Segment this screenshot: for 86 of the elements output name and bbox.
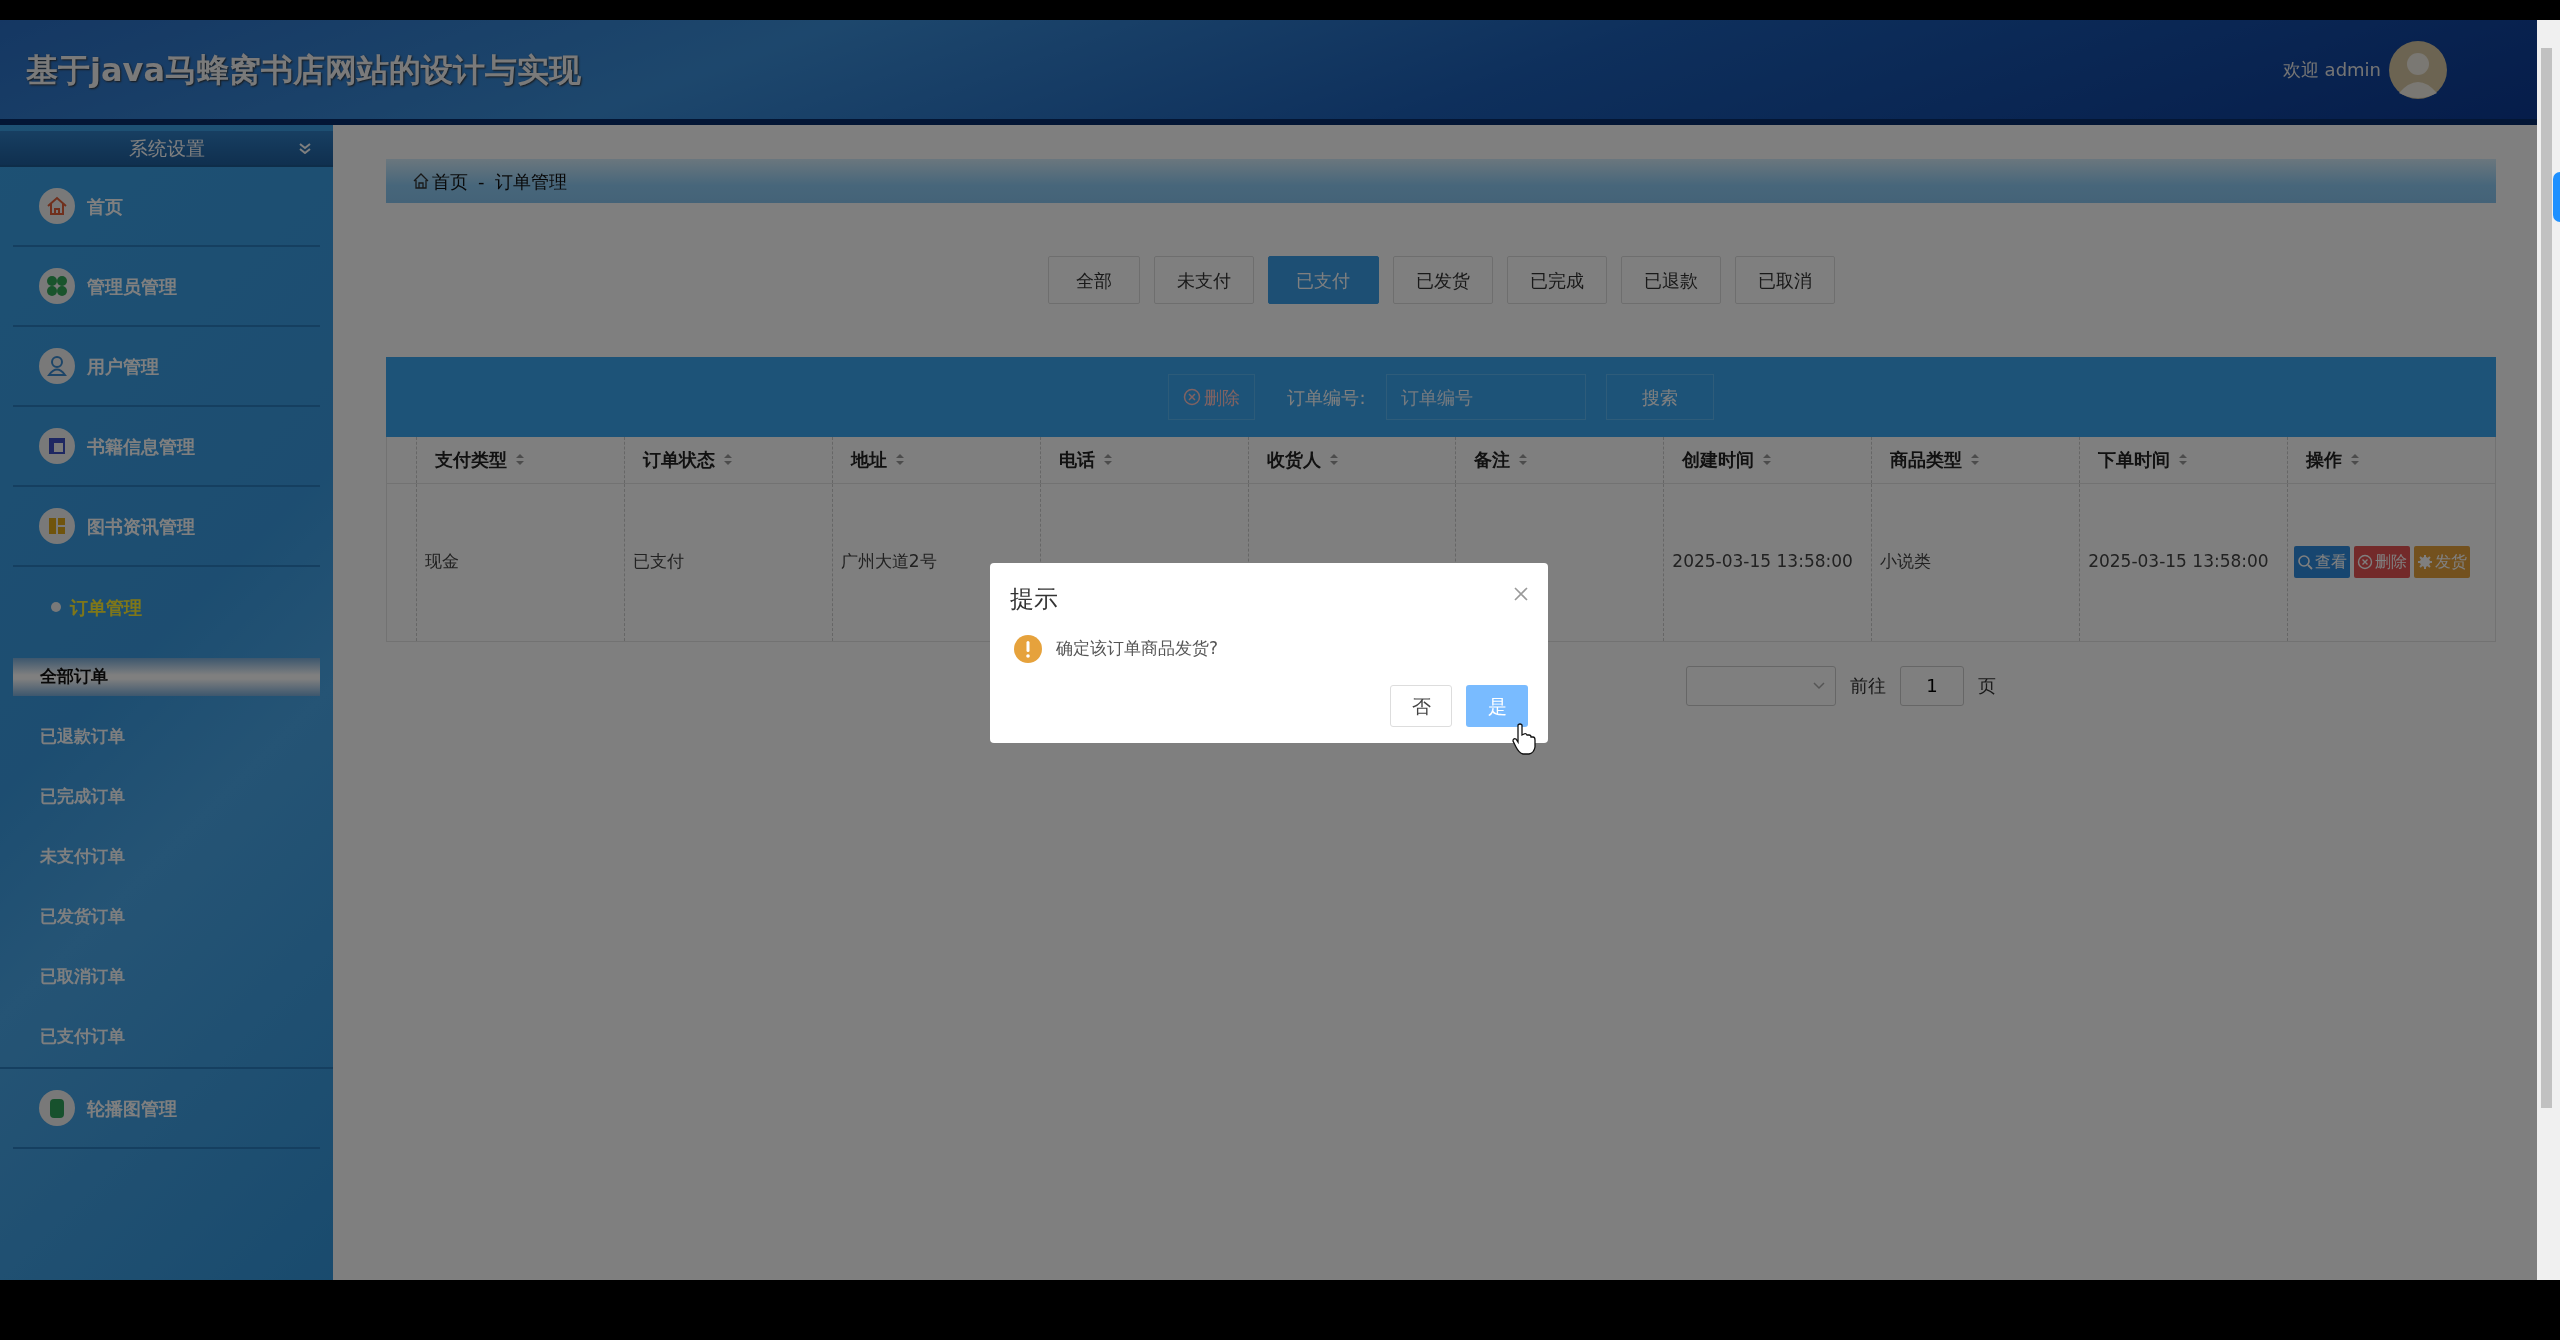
sidebar-item[interactable]: 图书资讯管理 [13,487,320,567]
submenu-item[interactable]: 全部订单 [13,658,320,696]
column-header[interactable]: 下单时间 [2079,437,2288,483]
column-header[interactable]: 备注 [1455,437,1664,483]
sidebar-section-title[interactable]: 系统设置 [0,131,333,167]
sort-icon[interactable] [1102,453,1113,467]
view-button[interactable]: 查看 [2294,546,2350,578]
tablet-icon [39,1090,75,1126]
close-circle-icon [2357,554,2373,570]
close-circle-icon [1183,388,1202,406]
grid-icon [39,508,75,544]
sort-icon[interactable] [1518,453,1529,467]
status-tab[interactable]: 已发货 [1392,256,1493,304]
avatar-icon[interactable] [2389,40,2447,99]
ship-button[interactable]: 发货 [2414,546,2470,578]
page-suffix: 页 [1978,674,1996,698]
column-header[interactable]: 商品类型 [1871,437,2080,483]
caret-icon [1813,681,1825,690]
search-field[interactable]: 订单编号 [1385,374,1586,420]
sidebar-item[interactable]: 首页 [13,167,320,247]
submenu-item[interactable]: 已退款订单 [13,707,320,767]
breadcrumb-current: 订单管理 [494,169,567,194]
submenu-item[interactable]: 已发货订单 [13,887,320,947]
submenu-item[interactable]: 未支付订单 [13,827,320,887]
breadcrumb-link[interactable]: 首页 [412,167,468,195]
submenu-item[interactable]: 已完成订单 [13,767,320,827]
table-cell-text: 现金 [425,550,460,574]
layout-icon [39,428,75,464]
status-tab[interactable]: 未支付 [1153,256,1254,304]
dialog-message: 确定该订单商品发货? [1056,637,1219,661]
chevron-icon[interactable] [299,143,311,154]
status-tab[interactable]: 已支付 [1267,256,1379,304]
table-cell-text: 广州大道2号 [840,550,938,574]
goto-label: 前往 [1850,674,1886,698]
status-tab[interactable]: 已完成 [1506,256,1607,304]
status-tab[interactable]: 全部 [1047,256,1140,304]
user-icon [39,348,75,384]
column-header[interactable]: 收货人 [1248,437,1456,483]
sort-icon[interactable] [2178,453,2189,467]
sort-icon[interactable] [2350,453,2360,467]
sort-icon[interactable] [1970,453,1981,467]
page-input[interactable]: 1 [1900,665,1964,706]
sidebar-item[interactable]: 书籍信息管理 [13,407,320,487]
sidebar-item[interactable]: 订单管理 [13,567,320,647]
warning-icon [1014,635,1042,663]
clover-icon [39,268,75,304]
welcome-text: 欢迎 admin [2282,58,2381,82]
column-header[interactable]: 支付类型 [416,437,625,483]
table-cell-text: 小说类 [1880,550,1933,574]
dialog-title: 提示 [1010,584,1058,615]
table-cell-text: 已支付 [632,550,685,574]
sort-icon[interactable] [1762,453,1773,467]
scrollbar-thumb[interactable] [2541,48,2552,1108]
sort-icon[interactable] [894,453,905,467]
floating-tab[interactable] [2553,172,2560,222]
table-cell-text: 2025-03-15 13:58:00 [1672,550,1854,574]
page-size-select[interactable] [1686,665,1836,706]
home-icon [39,188,75,224]
confirm-button[interactable]: 是 [1466,685,1528,727]
column-header[interactable]: 创建时间 [1663,437,1872,483]
submenu-item[interactable]: 已支付订单 [13,1007,320,1067]
sidebar-item[interactable]: 轮播图管理 [13,1069,320,1149]
search-label: 订单编号: [1287,385,1366,410]
column-header[interactable]: 订单状态 [624,437,833,483]
gear-icon [2417,554,2433,570]
delete-button[interactable]: 删除 [2354,546,2410,578]
bullet-icon [51,602,61,612]
home-icon [412,172,430,190]
sort-icon[interactable] [1328,453,1339,467]
sort-icon[interactable] [515,453,525,467]
search-button[interactable]: 搜索 [1605,374,1714,420]
status-tab[interactable]: 已取消 [1734,256,1835,304]
status-tab[interactable]: 已退款 [1620,256,1721,304]
sidebar-item[interactable]: 管理员管理 [13,247,320,327]
cancel-button[interactable]: 否 [1390,685,1452,727]
column-header[interactable]: 地址 [832,437,1041,483]
table-cell-text: 2025-03-15 13:58:00 [2088,550,2270,574]
column-header[interactable]: 电话 [1040,437,1249,483]
submenu-item[interactable]: 已取消订单 [13,947,320,1007]
site-title: 基于java马蜂窝书店网站的设计与实现 [26,49,581,91]
close-icon[interactable] [1514,587,1528,601]
breadcrumb-separator: - [478,169,485,194]
sort-icon[interactable] [722,453,733,467]
sidebar-item[interactable]: 用户管理 [13,327,320,407]
search-icon [2297,554,2313,570]
column-header[interactable]: 操作 [2287,437,2496,483]
